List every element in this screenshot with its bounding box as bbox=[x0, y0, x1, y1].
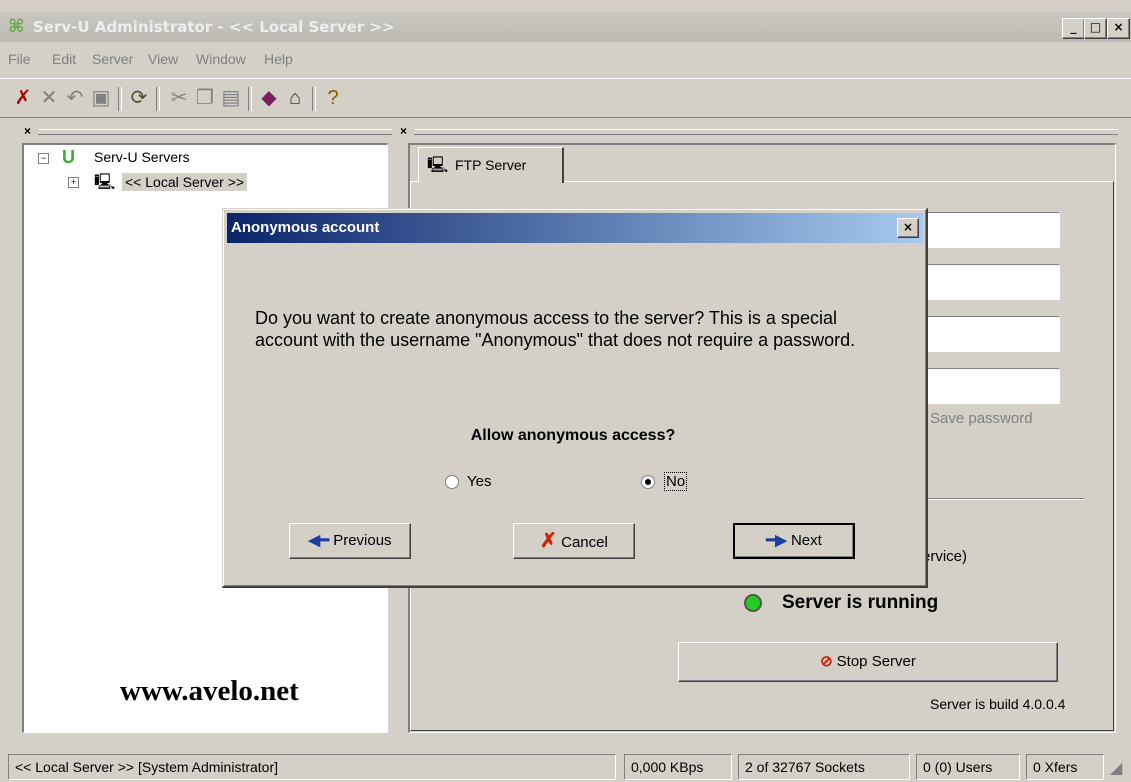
copy-icon[interactable]: ❐ bbox=[192, 85, 218, 111]
build-text: Server is build 4.0.0.4 bbox=[930, 696, 1066, 712]
minimize-button[interactable]: _ bbox=[1062, 18, 1085, 39]
status-bar: << Local Server >> [System Administrator… bbox=[0, 748, 1131, 782]
toolbar-separator bbox=[312, 87, 316, 111]
maximize-button[interactable]: □ bbox=[1084, 18, 1107, 39]
close-pane-icon[interactable]: × bbox=[24, 124, 31, 138]
title-bar: ⌘ Serv-U Administrator - << Local Server… bbox=[0, 12, 1131, 42]
toolbar-separator bbox=[248, 87, 252, 111]
stop-icon: ⊘ bbox=[820, 653, 833, 670]
service-label: ervice) bbox=[922, 548, 968, 565]
previous-button[interactable]: ◀━ Previous bbox=[289, 523, 411, 559]
resize-grip-icon[interactable]: ◢ bbox=[1110, 758, 1122, 778]
dialog-title: Anonymous account bbox=[231, 219, 380, 236]
help-icon[interactable]: ? bbox=[320, 85, 346, 111]
menu-help[interactable]: Help bbox=[264, 51, 293, 67]
computer-icon: 🖳 bbox=[427, 157, 449, 174]
status-server: << Local Server >> [System Administrator… bbox=[8, 754, 616, 780]
menu-server[interactable]: Server bbox=[92, 51, 133, 67]
toolbar-separator bbox=[156, 87, 160, 111]
status-ok-icon bbox=[744, 594, 762, 612]
refresh-icon[interactable]: ⟳ bbox=[126, 85, 152, 111]
tree-expand-toggle[interactable]: + bbox=[68, 177, 79, 188]
save-password-label: Save password bbox=[930, 410, 1033, 427]
server-status-text: Server is running bbox=[782, 592, 939, 613]
anonymous-question: Allow anonymous access? bbox=[470, 427, 676, 444]
computer-icon: 🖳 bbox=[94, 174, 116, 191]
dialog-title-bar: Anonymous account × bbox=[227, 213, 923, 243]
save-icon[interactable]: ▣ bbox=[88, 85, 114, 111]
divider bbox=[920, 498, 1084, 500]
radio-button-selected bbox=[641, 475, 655, 489]
menu-window[interactable]: Window bbox=[196, 51, 246, 67]
port-field[interactable] bbox=[918, 264, 1060, 300]
serv-u-logo-icon: U bbox=[62, 147, 75, 167]
dialog-close-button[interactable]: × bbox=[897, 218, 919, 238]
user-field[interactable] bbox=[918, 316, 1060, 352]
delete-icon[interactable]: ✕ bbox=[36, 85, 62, 111]
disconnect-icon[interactable]: ✗ bbox=[10, 85, 36, 111]
cancel-button[interactable]: ✗ Cancel bbox=[513, 523, 635, 559]
status-sockets: 2 of 32767 Sockets bbox=[738, 754, 910, 780]
tab-ftp-server-label: FTP Server bbox=[455, 157, 527, 173]
password-field[interactable] bbox=[918, 368, 1060, 404]
cancel-label: Cancel bbox=[561, 534, 608, 551]
status-users: 0 (0) Users bbox=[916, 754, 1020, 780]
status-speed: 0,000 KBps bbox=[624, 754, 732, 780]
window-title: Serv-U Administrator - << Local Server >… bbox=[33, 18, 395, 36]
tree-item-local-server[interactable]: << Local Server >> bbox=[122, 173, 248, 191]
domain-field[interactable] bbox=[918, 212, 1060, 248]
next-label: Next bbox=[790, 532, 822, 549]
yes-label: Yes bbox=[467, 473, 492, 490]
no-label: No bbox=[663, 472, 688, 491]
menu-file[interactable]: File bbox=[8, 51, 31, 67]
right-pane-header: × bbox=[400, 124, 1118, 140]
paste-icon[interactable]: ▤ bbox=[218, 85, 244, 111]
undo-icon[interactable]: ↶ bbox=[62, 85, 88, 111]
cut-icon[interactable]: ✂ bbox=[166, 85, 192, 111]
menu-edit[interactable]: Edit bbox=[52, 51, 76, 67]
left-pane-header: × bbox=[24, 124, 392, 140]
close-window-button[interactable]: × bbox=[1107, 18, 1130, 39]
toolbar-separator bbox=[118, 87, 122, 111]
radio-button bbox=[445, 475, 459, 489]
menu-bar: File Edit Server View Window Help bbox=[0, 44, 1131, 74]
next-button[interactable]: ━▶ Next bbox=[733, 523, 855, 559]
arrow-left-icon: ◀━ bbox=[308, 532, 330, 549]
dialog-message: Do you want to create anonymous access t… bbox=[255, 308, 856, 350]
cancel-icon: ✗ bbox=[540, 530, 557, 552]
close-pane-icon[interactable]: × bbox=[400, 124, 407, 138]
status-xfers: 0 Xfers bbox=[1026, 754, 1104, 780]
book-icon[interactable]: ◆ bbox=[256, 85, 282, 111]
watermark-text: www.avelo.net bbox=[120, 675, 299, 707]
tree-collapse-toggle[interactable]: − bbox=[38, 153, 49, 164]
home-icon[interactable]: ⌂ bbox=[282, 85, 308, 111]
stop-server-button[interactable]: ⊘ Stop Server bbox=[678, 642, 1058, 682]
tab-ftp-server[interactable]: 🖳 FTP Server bbox=[418, 147, 564, 183]
stop-server-label: Stop Server bbox=[836, 653, 916, 670]
toolbar: ✗ ✕ ↶ ▣ ⟳ ✂ ❐ ▤ ◆ ⌂ ? bbox=[0, 78, 1131, 118]
previous-label: Previous bbox=[333, 532, 392, 549]
anonymous-account-dialog: Anonymous account × Do you want to creat… bbox=[222, 208, 928, 588]
app-icon: ⌘ bbox=[8, 16, 25, 37]
menu-view[interactable]: View bbox=[148, 51, 178, 67]
arrow-right-icon: ━▶ bbox=[766, 532, 787, 549]
tree-item-servers[interactable]: Serv-U Servers bbox=[94, 149, 190, 165]
